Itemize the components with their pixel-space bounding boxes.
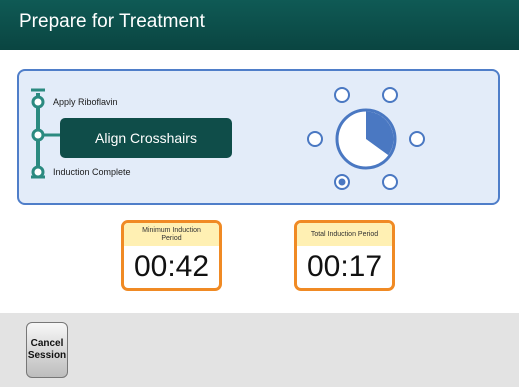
- timer-label: Total Induction Period: [310, 230, 379, 238]
- position-option-top-left[interactable]: [334, 87, 350, 103]
- footer-bar: Cancel Session: [0, 313, 519, 387]
- header-bar: Prepare for Treatment: [0, 0, 519, 50]
- cancel-session-button[interactable]: Cancel Session: [26, 322, 68, 378]
- total-induction-timer: Total Induction Period 00:17: [294, 220, 395, 291]
- timer-value: 00:17: [306, 250, 383, 283]
- timer-label: Minimum Induction Period: [142, 226, 201, 242]
- position-option-left[interactable]: [307, 131, 323, 147]
- position-option-right[interactable]: [409, 131, 425, 147]
- position-option-top-right[interactable]: [382, 87, 398, 103]
- step-apply-riboflavin: Apply Riboflavin: [53, 97, 118, 107]
- position-selected-dot: [338, 178, 346, 186]
- step-marker-icon: [31, 95, 45, 109]
- step-marker-icon: [31, 128, 45, 142]
- step-induction-complete: Induction Complete: [53, 167, 131, 177]
- page-title: Prepare for Treatment: [19, 11, 205, 32]
- minimum-induction-timer: Minimum Induction Period 00:42: [121, 220, 222, 291]
- step-marker-icon: [31, 165, 45, 179]
- step-align-crosshairs: Align Crosshairs: [60, 118, 232, 158]
- timer-value: 00:42: [133, 250, 210, 283]
- cancel-session-label: Cancel Session: [27, 338, 67, 361]
- treatment-position-selector: [307, 87, 425, 190]
- position-option-bottom-right[interactable]: [382, 174, 398, 190]
- alignment-panel: Apply Riboflavin Align Crosshairs Induct…: [17, 69, 500, 205]
